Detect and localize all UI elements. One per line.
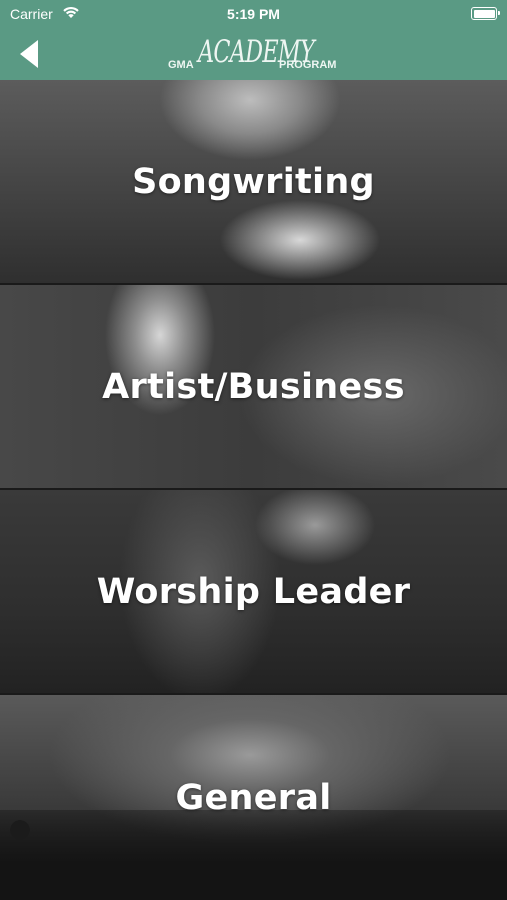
crowd-silhouette <box>0 810 507 900</box>
category-worship-leader[interactable]: Worship Leader <box>0 490 507 693</box>
logo-prefix: GMA <box>168 59 194 71</box>
logo-suffix: PROGRAM <box>279 59 337 71</box>
status-bar: Carrier 5:19 PM <box>0 0 507 30</box>
category-label: General <box>175 777 332 818</box>
battery-icon <box>471 7 500 20</box>
category-label: Artist/Business <box>102 366 405 407</box>
logo-main: ACADEMY <box>198 34 315 70</box>
category-label: Worship Leader <box>96 571 411 612</box>
category-general[interactable]: General <box>0 695 507 900</box>
category-songwriting[interactable]: Songwriting <box>0 80 507 283</box>
nav-bar: GMA ACADEMY PROGRAM <box>0 30 507 80</box>
category-artist-business[interactable]: Artist/Business <box>0 285 507 488</box>
status-time: 5:19 PM <box>227 6 280 22</box>
app-logo: GMA ACADEMY PROGRAM <box>0 32 507 76</box>
category-label: Songwriting <box>132 161 375 202</box>
